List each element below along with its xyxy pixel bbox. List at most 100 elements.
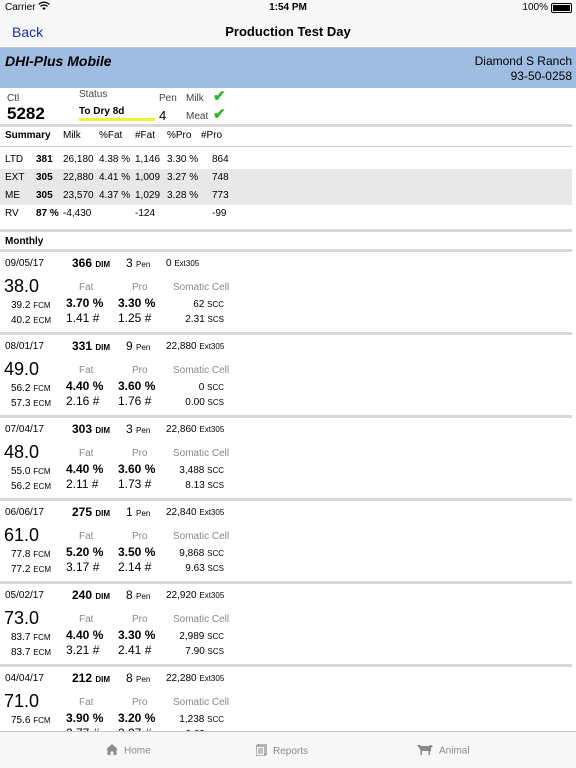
summary-cell-nfat: -124 bbox=[135, 208, 156, 219]
somatic-label: Somatic Cell bbox=[173, 614, 230, 625]
scc: 0 SCC bbox=[198, 382, 224, 393]
fat-percent: 3.70 % bbox=[66, 296, 104, 310]
summary-table: Summary Milk %Fat #Fat %Pro #Pro LTD 381 2… bbox=[0, 127, 572, 223]
milk-check-icon: ✔ bbox=[213, 88, 226, 105]
status-bar: Carrier 1:54 PM 100% bbox=[0, 0, 576, 16]
milk-label: Milk bbox=[186, 93, 204, 104]
ctl-number: 5282 bbox=[7, 104, 45, 123]
summary-row: RV 87 % -4,430 -124 -99 bbox=[0, 205, 572, 223]
test-date: 04/04/17 bbox=[5, 673, 44, 684]
fcm: 39.2 FCM bbox=[11, 300, 51, 311]
pro-lbs: 2.41 # bbox=[118, 643, 152, 657]
test-date: 07/04/17 bbox=[5, 424, 44, 435]
monthly-entry[interactable]: 05/02/17 240 DIM 8 Pen 22,920 Ext305 73.0 83.… bbox=[0, 584, 572, 667]
fcm: 83.7 FCM bbox=[11, 632, 51, 643]
col-milk: Milk bbox=[63, 130, 81, 141]
pro-percent: 3.60 % bbox=[118, 462, 156, 476]
scc: 2,989 SCC bbox=[179, 631, 224, 642]
ctl-label: Ctl bbox=[7, 93, 20, 104]
milk-lbs: 48.0 bbox=[4, 442, 40, 462]
monthly-title: Monthly bbox=[5, 236, 44, 247]
pro-lbs: 1.25 # bbox=[118, 311, 152, 325]
fat-percent: 3.90 % bbox=[66, 711, 104, 725]
pro-label: Pro bbox=[132, 614, 148, 625]
summary-cell-pfat: 4.38 % bbox=[99, 154, 131, 165]
summary-cell-pfat: 4.37 % bbox=[99, 190, 131, 201]
summary-cell-label: ME bbox=[5, 190, 20, 201]
status-highlight bbox=[79, 118, 155, 121]
pro-percent: 3.30 % bbox=[118, 628, 156, 642]
fcm: 77.8 FCM bbox=[11, 549, 51, 560]
ext305: 22,280 Ext305 bbox=[166, 673, 225, 684]
tab-home-label: Home bbox=[124, 745, 151, 757]
milk-lbs: 49.0 bbox=[4, 359, 40, 379]
monthly-entry[interactable]: 08/01/17 331 DIM 9 Pen 22,880 Ext305 49.0 56.… bbox=[0, 335, 572, 418]
summary-cell-nfat: 1,029 bbox=[135, 190, 161, 201]
dim: 366 DIM bbox=[72, 256, 111, 270]
app-banner: DHI-Plus Mobile Diamond S Ranch 93-50-02… bbox=[0, 48, 576, 88]
fat-lbs: 3.21 # bbox=[66, 643, 100, 657]
tab-reports[interactable]: Reports bbox=[255, 743, 309, 759]
pro-percent: 3.60 % bbox=[118, 379, 156, 393]
page-title: Production Test Day bbox=[225, 24, 351, 39]
battery-icon bbox=[551, 3, 572, 13]
pro-lbs: 1.76 # bbox=[118, 394, 152, 408]
test-date: 06/06/17 bbox=[5, 507, 44, 518]
summary-cell-npro: 773 bbox=[212, 190, 229, 201]
summary-cell-nfat: 1,009 bbox=[135, 172, 161, 183]
pro-label: Pro bbox=[132, 365, 148, 376]
fat-lbs: 1.41 # bbox=[66, 311, 100, 325]
dim: 275 DIM bbox=[72, 505, 111, 519]
meat-check-icon: ✔ bbox=[213, 106, 226, 123]
summary-cell-milk: 23,570 bbox=[63, 190, 94, 201]
fat-label: Fat bbox=[79, 697, 94, 708]
milk-lbs: 73.0 bbox=[4, 608, 40, 628]
tab-reports-label: Reports bbox=[273, 746, 309, 758]
col-nfat: #Fat bbox=[135, 130, 156, 141]
pro-percent: 3.30 % bbox=[118, 296, 156, 310]
somatic-label: Somatic Cell bbox=[173, 531, 230, 542]
ecm: 83.7 ECM bbox=[11, 647, 52, 658]
pen-label: Pen bbox=[159, 93, 177, 104]
home-icon bbox=[106, 744, 118, 758]
monthly-entry[interactable]: 06/06/17 275 DIM 1 Pen 22,840 Ext305 61.0 77.… bbox=[0, 501, 572, 584]
summary-cell-n: 305 bbox=[36, 190, 53, 201]
scc: 62 SCC bbox=[193, 299, 224, 310]
summary-row: LTD 381 26,180 4.38 % 1,146 3.30 % 864 bbox=[0, 151, 572, 169]
scc: 9,868 SCC bbox=[179, 548, 224, 559]
summary-title: Summary bbox=[5, 130, 51, 141]
scc: 1,238 SCC bbox=[179, 714, 224, 725]
reports-icon bbox=[255, 743, 268, 759]
summary-cell-npro: -99 bbox=[212, 208, 227, 219]
scs: 7.90 SCS bbox=[185, 646, 224, 657]
fat-percent: 5.20 % bbox=[66, 545, 104, 559]
ranch-info: Diamond S Ranch 93-50-0258 bbox=[475, 54, 572, 84]
summary-header: Summary Milk %Fat #Fat %Pro #Pro bbox=[0, 127, 572, 145]
summary-cell-n: 87 % bbox=[36, 208, 59, 219]
tab-home[interactable]: Home bbox=[106, 744, 151, 758]
monthly-entry[interactable]: 09/05/17 366 DIM 3 Pen 0 Ext305 38.0 39.2 FCM… bbox=[0, 252, 572, 335]
summary-cell-npro: 748 bbox=[212, 172, 229, 183]
test-date: 09/05/17 bbox=[5, 258, 44, 269]
ecm: 77.2 ECM bbox=[11, 564, 52, 575]
pen: 9 Pen bbox=[126, 339, 151, 353]
pen-value: 4 bbox=[159, 108, 167, 123]
somatic-label: Somatic Cell bbox=[173, 697, 230, 708]
fat-label: Fat bbox=[79, 448, 94, 459]
summary-cell-pfat: 4.41 % bbox=[99, 172, 131, 183]
summary-cell-ppro: 3.30 % bbox=[167, 154, 199, 165]
ext305: 22,880 Ext305 bbox=[166, 341, 225, 352]
ext305: 22,920 Ext305 bbox=[166, 590, 225, 601]
summary-cell-milk: 26,180 bbox=[63, 154, 94, 165]
summary-row: EXT 305 22,880 4.41 % 1,009 3.27 % 748 bbox=[0, 169, 572, 187]
scs: 0.00 SCS bbox=[185, 397, 224, 408]
pro-percent: 3.50 % bbox=[118, 545, 156, 559]
pen: 3 Pen bbox=[126, 256, 151, 270]
summary-cell-label: RV bbox=[5, 208, 19, 219]
milk-lbs: 61.0 bbox=[4, 525, 40, 545]
monthly-entry[interactable]: 07/04/17 303 DIM 3 Pen 22,860 Ext305 48.0 55.… bbox=[0, 418, 572, 501]
fcm: 55.0 FCM bbox=[11, 466, 51, 477]
pro-percent: 3.20 % bbox=[118, 711, 156, 725]
summary-cell-nfat: 1,146 bbox=[135, 154, 161, 165]
tab-animal[interactable]: Animal bbox=[417, 744, 470, 758]
